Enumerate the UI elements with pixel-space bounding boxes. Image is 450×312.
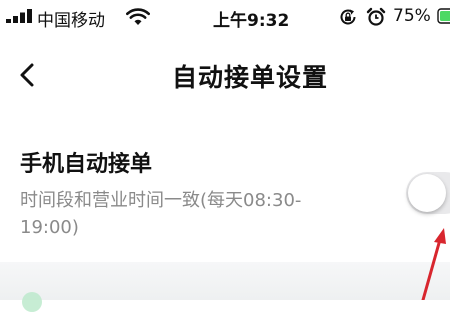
signal-icon <box>6 9 32 23</box>
status-bar: 中国移动 上午9:32 75% <box>0 0 450 34</box>
rotation-lock-icon <box>340 9 356 25</box>
wifi-icon <box>126 8 150 25</box>
section-divider <box>0 262 450 300</box>
setting-title: 手机自动接单 <box>20 152 153 177</box>
status-time: 上午9:32 <box>213 11 290 31</box>
carrier-name: 中国移动 <box>37 11 105 31</box>
battery-percent: 75% <box>393 6 431 26</box>
green-status-icon <box>22 292 42 312</box>
battery-icon <box>437 8 450 24</box>
auto-accept-toggle[interactable] <box>406 172 450 214</box>
setting-description: 时间段和营业时间一致(每天08:30-19:00) <box>20 190 302 238</box>
toggle-knob <box>408 174 446 212</box>
annotation-arrow-icon <box>421 228 446 300</box>
alarm-icon <box>366 7 386 26</box>
page-title: 自动接单设置 <box>171 63 328 92</box>
